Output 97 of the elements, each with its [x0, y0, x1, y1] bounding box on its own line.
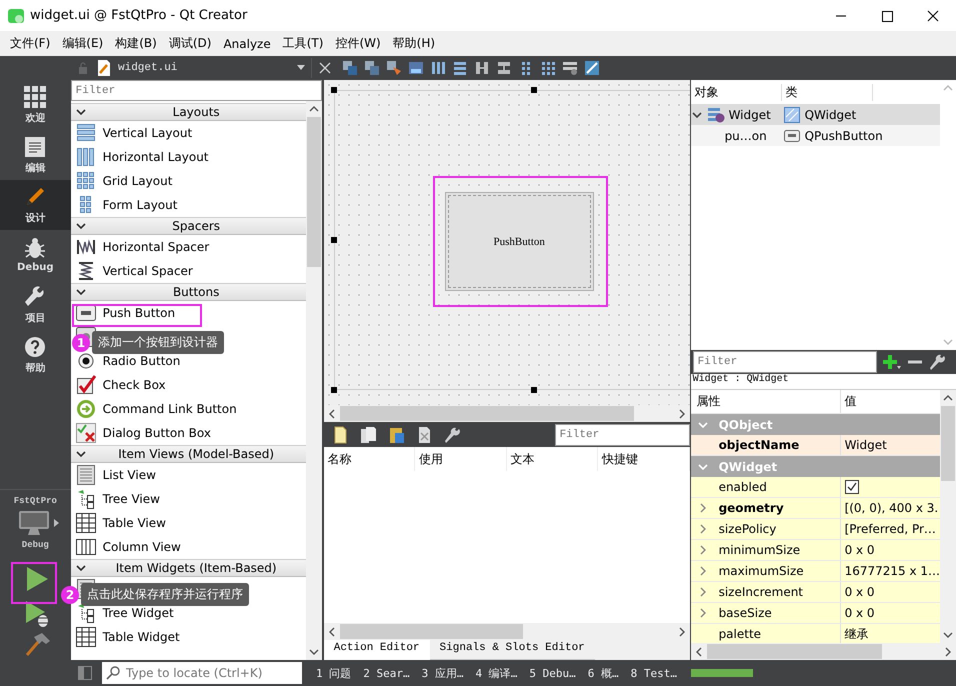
filter-field[interactable]: Filter	[70, 80, 322, 101]
file-name: widget.ui	[118, 62, 178, 74]
widget-item[interactable]: Tree Widget	[102, 606, 174, 620]
column-header[interactable]: 类	[782, 84, 873, 100]
build-config: Debug	[22, 540, 49, 550]
widget-item[interactable]: Vertical Spacer	[102, 264, 193, 278]
property-value[interactable]: 16777215 x 1…	[844, 564, 940, 578]
menu-item[interactable]: 调试(D)	[162, 35, 218, 52]
property-name: objectName	[718, 438, 800, 452]
object-name: pu…on	[724, 128, 767, 142]
push-button[interactable]: PushButton	[444, 192, 594, 291]
class-name: QPushButton	[804, 128, 883, 142]
project-name: FstQtPro	[14, 496, 57, 506]
property-value[interactable]: 0 x 0	[844, 585, 875, 599]
group-name: QWidget	[718, 460, 778, 474]
menu-item[interactable]: 工具(T)	[276, 35, 330, 52]
group-name: QObject	[718, 418, 773, 432]
tooltip: 添加一个按钮到设计器	[92, 331, 224, 354]
filter-field[interactable]: Filter	[554, 424, 690, 446]
output-pane-button[interactable]: 5 Debu…	[523, 666, 582, 680]
mode-label: 帮助	[25, 362, 46, 374]
widget-item[interactable]: Grid Layout	[102, 174, 172, 188]
tree-row[interactable]: pu…on QPushButton	[690, 125, 940, 146]
property-name: geometry	[718, 501, 784, 515]
menu-item[interactable]: 构建(B)	[109, 35, 163, 52]
mode-label: 编辑	[25, 162, 46, 174]
column-header[interactable]: 属性	[690, 390, 841, 413]
category-title: Item Widgets (Item-Based)	[114, 561, 278, 575]
filter-field[interactable]: Filter	[692, 351, 877, 373]
property-value[interactable]: Widget	[844, 438, 887, 452]
category-header[interactable]: Item Views (Model-Based)	[70, 445, 306, 463]
output-pane-button[interactable]: 1 问题	[310, 666, 358, 680]
property-value[interactable]: 0 x 0	[844, 606, 875, 620]
menu-item[interactable]: 控件(W)	[329, 35, 387, 52]
widget-item[interactable]: Command Link Button	[102, 402, 237, 416]
category-title: Buttons	[172, 285, 220, 299]
widget-item[interactable]: Tree View	[102, 492, 160, 506]
category-title: Item Views (Model-Based)	[117, 447, 276, 461]
mode-label: 欢迎	[25, 111, 46, 124]
property-name: baseSize	[718, 606, 772, 620]
editor-tab[interactable]: Action Editor	[324, 640, 430, 660]
mode-button[interactable]: 帮助	[0, 330, 71, 380]
menu-item[interactable]: Analyze	[217, 36, 277, 50]
property-name: enabled	[718, 480, 767, 494]
property-value[interactable]: 0 x 0	[844, 543, 875, 557]
output-pane-button[interactable]: 6 概…	[582, 666, 625, 680]
locate-field[interactable]: Type to locate (Ctrl+K)	[102, 662, 302, 684]
property-value[interactable]: [Preferred, Pr…	[844, 522, 936, 536]
mode-label: Debug	[17, 262, 54, 273]
category-header[interactable]: Spacers	[70, 217, 306, 235]
property-name: sizeIncrement	[718, 585, 804, 599]
widget-item[interactable]: Check Box	[102, 378, 166, 392]
menu-item[interactable]: 编辑(E)	[56, 35, 110, 52]
property-value[interactable]: [(0, 0), 400 x 3.	[844, 501, 938, 515]
output-pane-button[interactable]: 8 Test…	[624, 666, 683, 680]
window-title: widget.ui @ FstQtPro - Qt Creator	[30, 8, 248, 23]
output-pane-button[interactable]: 3 应用…	[416, 666, 470, 680]
property-name: minimumSize	[718, 543, 800, 557]
widget-item[interactable]: List View	[102, 468, 156, 482]
category-title: Layouts	[172, 105, 221, 119]
mode-button[interactable]: 项目	[0, 280, 71, 330]
category-header[interactable]: Item Widgets (Item-Based)	[70, 559, 306, 577]
mode-label: 项目	[25, 312, 46, 324]
tree-row[interactable]: Widget QWidget	[690, 104, 940, 125]
widget-item[interactable]: Horizontal Layout	[102, 150, 209, 164]
menu-item[interactable]: 帮助(H)	[386, 35, 442, 52]
object-name: Widget	[728, 108, 771, 122]
category-header[interactable]: Buttons	[70, 283, 306, 301]
widget-item[interactable]: Form Layout	[102, 198, 178, 212]
mode-label: 设计	[25, 212, 46, 224]
file-selector[interactable]: widget.ui	[118, 58, 312, 78]
property-name: maximumSize	[718, 564, 804, 578]
widget-item[interactable]: Dialog Button Box	[102, 426, 211, 440]
output-pane-button[interactable]: 4 编译…	[469, 666, 524, 680]
widget-item[interactable]: Push Button	[102, 306, 176, 320]
mode-button[interactable]: 编辑	[0, 130, 71, 180]
widget-item[interactable]: Table Widget	[102, 630, 180, 644]
category-title: Spacers	[171, 219, 222, 233]
mode-button[interactable]: 欢迎	[0, 80, 71, 130]
column-header[interactable]: 对象	[690, 84, 782, 100]
category-header[interactable]: Layouts	[70, 103, 306, 121]
class-name: QWidget	[804, 108, 856, 122]
widget-item[interactable]: Radio Button	[102, 354, 180, 368]
property-name: palette	[718, 627, 762, 641]
mode-button[interactable]: 设计	[0, 180, 71, 230]
widget-item[interactable]: Vertical Layout	[102, 126, 192, 140]
property-value[interactable]: 继承	[844, 626, 869, 642]
kit-selector[interactable]: FstQtPro Debug	[0, 496, 71, 550]
widget-item[interactable]: Column View	[102, 540, 181, 554]
menu-item[interactable]: 文件(F)	[4, 35, 56, 52]
column-header[interactable]: 值	[840, 393, 940, 410]
widget-item[interactable]: Table View	[102, 516, 166, 530]
mode-button[interactable]: Debug	[0, 230, 71, 280]
output-pane-button[interactable]: 2 Sear…	[357, 666, 416, 680]
widget-item[interactable]: Horizontal Spacer	[102, 240, 210, 254]
tooltip: 点击此处保存程序并运行程序	[81, 583, 249, 606]
property-name: sizePolicy	[718, 522, 776, 536]
